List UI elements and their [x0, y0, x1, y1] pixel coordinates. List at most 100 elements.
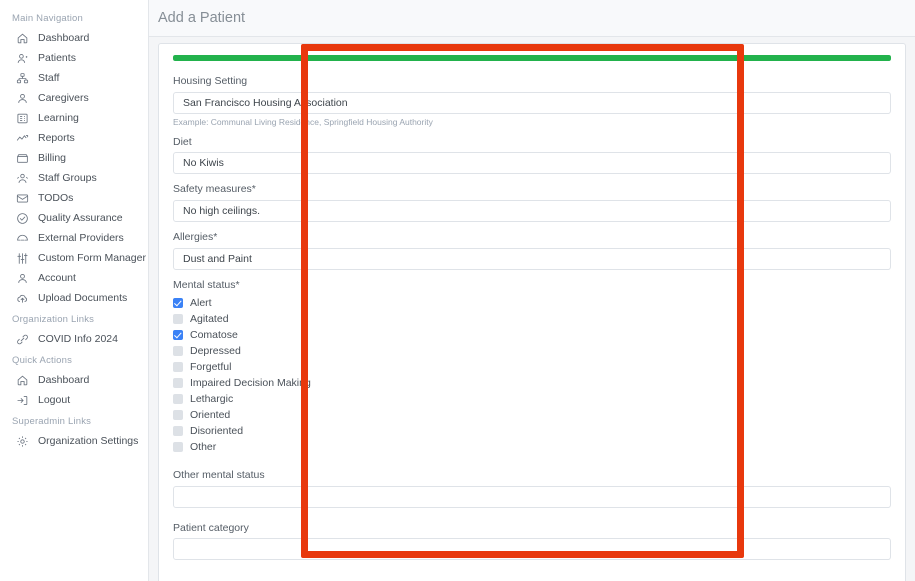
sidebar-item-organization-settings[interactable]: Organization Settings — [0, 431, 148, 451]
checkbox-unchecked-icon[interactable] — [173, 346, 183, 357]
safety-measures-label: Safety measures* — [173, 183, 256, 196]
mental-status-option-label: Agitated — [190, 312, 229, 325]
sidebar-item-label: Organization Settings — [38, 434, 139, 447]
billing-icon — [16, 152, 29, 165]
gear-icon — [16, 435, 29, 448]
home-icon — [16, 374, 29, 387]
sidebar-item-label: Learning — [38, 111, 79, 124]
checkbox-unchecked-icon[interactable] — [173, 426, 183, 437]
sidebar-item-label: Billing — [38, 151, 67, 164]
external-providers-icon — [16, 232, 29, 245]
mental-status-option[interactable]: Agitated — [173, 311, 891, 327]
mental-status-option[interactable]: Oriented — [173, 407, 891, 423]
logout-icon — [16, 394, 29, 407]
other-mental-status-input[interactable] — [173, 485, 891, 508]
sidebar-item-covid-info-2024[interactable]: COVID Info 2024 — [0, 329, 148, 349]
sidebar-item-external-providers[interactable]: External Providers — [0, 228, 148, 248]
sidebar-item-staff-groups[interactable]: Staff Groups — [0, 168, 148, 188]
mental-status-option-label: Impaired Decision Making — [190, 376, 311, 389]
sidebar-item-upload-documents[interactable]: Upload Documents — [0, 288, 148, 308]
mental-status-option[interactable]: Depressed — [173, 343, 891, 359]
mental-status-option-label: Other — [190, 440, 217, 453]
checkbox-unchecked-icon[interactable] — [173, 410, 183, 421]
checkbox-checked-icon[interactable] — [173, 298, 183, 309]
mental-status-option[interactable]: Alert — [173, 295, 891, 311]
upload-cloud-icon — [16, 292, 29, 305]
field-safety-measures: Safety measures* — [173, 183, 891, 222]
add-patient-form-card: Housing Setting Example: Communal Living… — [158, 43, 906, 581]
field-diet: Diet — [173, 136, 891, 175]
main-region: Add a Patient Housing Setting Example: C… — [149, 0, 915, 581]
sidebar: Main Navigation Dashboard Patients Staff Car… — [0, 0, 149, 581]
sliders-icon — [16, 252, 29, 265]
sidebar-item-label: Patients — [38, 51, 76, 64]
nav-section-title: Quick Actions — [12, 355, 73, 366]
sidebar-item-label: Account — [38, 271, 76, 284]
staff-icon — [16, 72, 29, 85]
mental-status-option[interactable]: Lethargic — [173, 391, 891, 407]
sidebar-item-dashboard[interactable]: Dashboard — [0, 28, 148, 48]
sidebar-item-account[interactable]: Account — [0, 268, 148, 288]
sidebar-item-dashboard[interactable]: Dashboard — [0, 370, 148, 390]
mental-status-option-label: Disoriented — [190, 424, 244, 437]
sidebar-item-caregivers[interactable]: Caregivers — [0, 88, 148, 108]
sidebar-item-todos[interactable]: TODOs — [0, 188, 148, 208]
sidebar-item-label: TODOs — [38, 191, 74, 204]
checkbox-unchecked-icon[interactable] — [173, 314, 183, 325]
allergies-input[interactable] — [173, 247, 891, 270]
allergies-label: Allergies* — [173, 230, 218, 243]
reports-icon — [16, 132, 29, 145]
mental-status-option[interactable]: Impaired Decision Making — [173, 375, 891, 391]
sidebar-item-label: Quality Assurance — [38, 211, 123, 224]
sidebar-item-label: Dashboard — [38, 373, 90, 386]
housing-setting-hint: Example: Communal Living Residence, Spri… — [173, 116, 433, 127]
mental-status-option-label: Comatose — [190, 328, 238, 341]
mental-status-option[interactable]: Other — [173, 439, 891, 455]
sidebar-item-patients[interactable]: Patients — [0, 48, 148, 68]
field-mental-status: Mental status* Alert Agitated Comatose Depr… — [173, 279, 891, 456]
checkbox-unchecked-icon[interactable] — [173, 362, 183, 373]
sidebar-item-label: Staff Groups — [38, 171, 97, 184]
link-icon — [16, 333, 29, 346]
field-patient-category: Patient category — [173, 522, 891, 561]
sidebar-item-label: Caregivers — [38, 91, 89, 104]
staff-groups-icon — [16, 172, 29, 185]
safety-measures-input[interactable] — [173, 199, 891, 222]
diet-input[interactable] — [173, 152, 891, 175]
mental-status-option[interactable]: Disoriented — [173, 423, 891, 439]
sidebar-item-label: Dashboard — [38, 31, 90, 44]
field-allergies: Allergies* — [173, 231, 891, 270]
sidebar-item-learning[interactable]: Learning — [0, 108, 148, 128]
caregiver-icon — [16, 92, 29, 105]
sidebar-item-reports[interactable]: Reports — [0, 128, 148, 148]
housing-setting-input[interactable] — [173, 91, 891, 114]
home-icon — [16, 32, 29, 45]
mental-status-option[interactable]: Comatose — [173, 327, 891, 343]
field-housing-setting: Housing Setting Example: Communal Living… — [173, 75, 891, 127]
sidebar-item-label: Reports — [38, 131, 75, 144]
sidebar-item-quality-assurance[interactable]: Quality Assurance — [0, 208, 148, 228]
sidebar-item-label: External Providers — [38, 231, 124, 244]
mental-status-option-label: Forgetful — [190, 360, 232, 373]
sidebar-item-label: Upload Documents — [38, 291, 128, 304]
checkbox-unchecked-icon[interactable] — [173, 378, 183, 389]
checkbox-unchecked-icon[interactable] — [173, 442, 183, 453]
patient-category-input[interactable] — [173, 538, 891, 561]
sidebar-item-staff[interactable]: Staff — [0, 68, 148, 88]
sidebar-item-custom-form-manager[interactable]: Custom Form Manager — [0, 248, 148, 268]
sidebar-item-label: Staff — [38, 71, 60, 84]
nav-section-title: Organization Links — [12, 314, 95, 325]
sidebar-item-logout[interactable]: Logout — [0, 390, 148, 410]
mental-status-checkbox-group: Alert Agitated Comatose Depressed Forgetful I… — [173, 295, 891, 455]
mental-status-option[interactable]: Forgetful — [173, 359, 891, 375]
top-bar: Add a Patient — [149, 0, 915, 37]
checkbox-unchecked-icon[interactable] — [173, 394, 183, 405]
sidebar-item-label: Logout — [38, 393, 71, 406]
checkbox-checked-icon[interactable] — [173, 330, 183, 341]
other-mental-status-label: Other mental status — [173, 469, 265, 482]
page-title: Add a Patient — [158, 10, 246, 26]
mental-status-option-label: Alert — [190, 296, 212, 309]
sidebar-item-billing[interactable]: Billing — [0, 148, 148, 168]
quality-assurance-icon — [16, 212, 29, 225]
form-progress-fill — [173, 55, 891, 61]
